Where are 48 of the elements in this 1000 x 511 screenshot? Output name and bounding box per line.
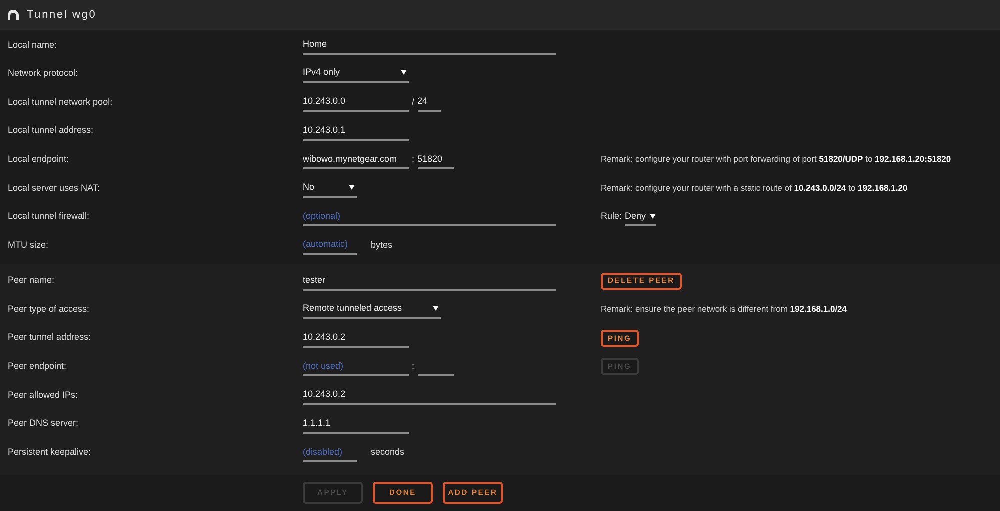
remark-text: Remark: ensure the peer network is different from 192.168.1.0/24 bbox=[601, 303, 848, 316]
dropdown[interactable]: Remote tunneled access bbox=[303, 300, 441, 320]
dropdown[interactable]: IPv4 only bbox=[303, 64, 409, 84]
field-label: Peer tunnel address: bbox=[7, 331, 92, 344]
caret-icon bbox=[401, 70, 407, 76]
caret-icon bbox=[349, 184, 355, 190]
rule-label: Rule: bbox=[601, 210, 622, 224]
input-field[interactable]: tester bbox=[303, 272, 556, 291]
tunnel-icon bbox=[8, 10, 19, 20]
field-label: Peer type of access: bbox=[7, 302, 91, 316]
field-label: Local name: bbox=[7, 38, 58, 52]
field-label: Peer name: bbox=[7, 274, 56, 288]
window-title: Tunnel wg0 bbox=[27, 8, 97, 23]
input-field[interactable]: Home bbox=[303, 36, 556, 55]
separator-text: / bbox=[411, 96, 416, 109]
field-label: MTU size: bbox=[7, 238, 50, 252]
field-label: Local endpoint: bbox=[7, 152, 70, 166]
input-field[interactable]: (not used) bbox=[303, 357, 409, 376]
input-field[interactable]: (automatic) bbox=[303, 236, 357, 255]
field-label: Local tunnel network pool: bbox=[7, 96, 114, 109]
input-field[interactable]: (disabled) bbox=[303, 443, 357, 462]
separator-text: : bbox=[411, 152, 416, 166]
field-label: Local server uses NAT: bbox=[7, 182, 101, 195]
input-field[interactable]: 10.243.0.1 bbox=[303, 122, 409, 141]
input-field[interactable]: wibowo.mynetgear.com bbox=[303, 150, 409, 170]
input-field[interactable]: 10.243.0.2 bbox=[303, 328, 409, 348]
remark-text: Remark: configure your router with port forwarding of port 51820/UDP to 192.168.1.20:51820 bbox=[601, 153, 952, 166]
caret-icon bbox=[650, 214, 656, 219]
unit-text: bytes bbox=[371, 238, 393, 252]
input-field[interactable]: 24 bbox=[418, 92, 441, 112]
caret-icon bbox=[433, 306, 439, 312]
input-field[interactable]: 1.1.1.1 bbox=[303, 414, 409, 434]
field-label: Local tunnel address: bbox=[7, 124, 95, 138]
field-label: Network protocol: bbox=[7, 67, 80, 80]
separator-text: : bbox=[411, 360, 416, 374]
field-label: Peer endpoint: bbox=[7, 360, 68, 374]
remark-text: Remark: configure your router with a static route of 10.243.0.0/24 to 192.168.1.20 bbox=[601, 182, 908, 195]
field-label: Peer DNS server: bbox=[7, 417, 80, 430]
dropdown[interactable]: Deny bbox=[625, 207, 656, 226]
field-label: Local tunnel firewall: bbox=[7, 210, 91, 224]
input-field[interactable]: 10.243.0.0 bbox=[303, 92, 409, 112]
dropdown[interactable]: No bbox=[303, 178, 357, 198]
field-label: Peer allowed IPs: bbox=[7, 388, 80, 402]
input-field[interactable]: 51820 bbox=[418, 150, 454, 170]
input-field[interactable]: (optional) bbox=[303, 207, 556, 226]
input-field[interactable]: 10.243.0.2 bbox=[303, 386, 556, 405]
field-label: Persistent keepalive: bbox=[7, 446, 92, 459]
unit-text: seconds bbox=[371, 446, 405, 459]
